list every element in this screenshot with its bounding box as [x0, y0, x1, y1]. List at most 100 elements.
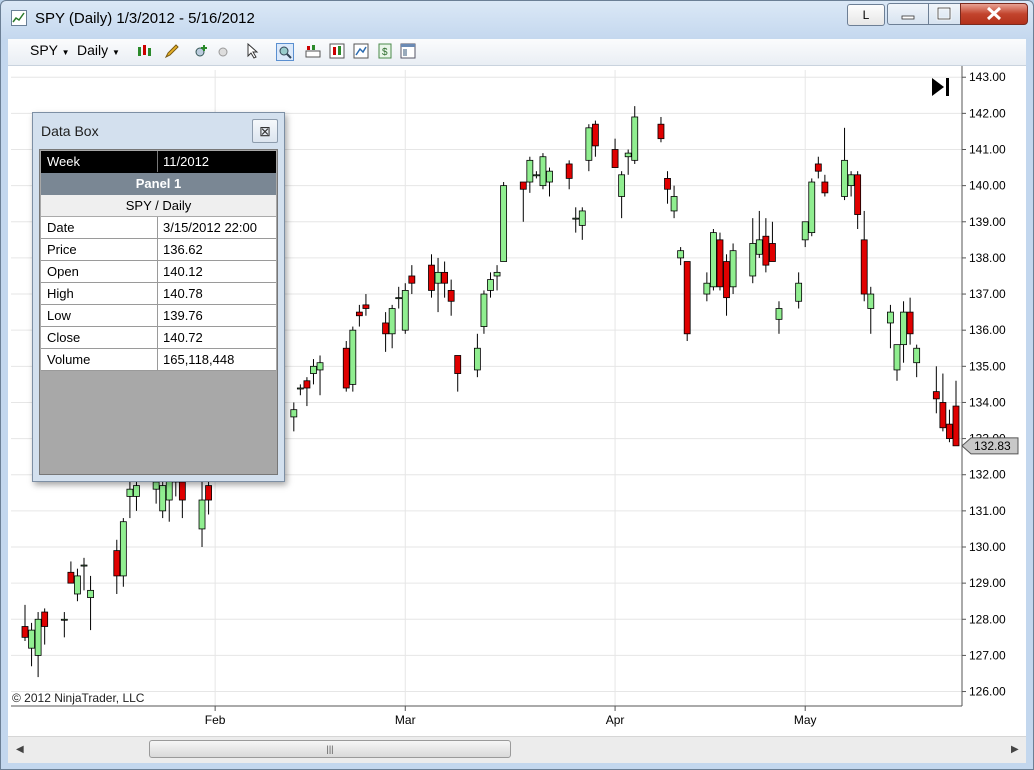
candle-body	[854, 174, 862, 215]
pointer-icon[interactable]	[245, 43, 261, 59]
candle-body	[454, 355, 462, 374]
indicators-icon[interactable]	[305, 43, 321, 59]
y-tick-label: 138.00	[969, 251, 1006, 265]
instrument-selector[interactable]: SPY ▼	[30, 42, 70, 58]
dollar-icon[interactable]: $	[377, 43, 393, 59]
layout-button[interactable]: L	[847, 4, 885, 26]
candle-body	[664, 178, 671, 190]
candle-body	[205, 485, 212, 501]
candle-body	[631, 116, 639, 161]
candle-body	[546, 170, 553, 183]
candle-body	[428, 264, 435, 291]
candle-body	[487, 279, 494, 291]
pencil-draw-icon[interactable]	[164, 43, 180, 59]
candle-body	[657, 123, 665, 140]
chart-properties-icon[interactable]	[353, 43, 369, 59]
candle-body	[775, 308, 783, 320]
candle-body	[795, 282, 803, 302]
window-layout-icon[interactable]	[400, 43, 416, 59]
candle-body	[952, 405, 960, 447]
candle-body	[80, 564, 88, 567]
minimize-button[interactable]	[887, 3, 929, 25]
candle-body	[441, 271, 449, 284]
y-tick-label: 143.00	[969, 70, 1006, 84]
candle-body	[74, 575, 81, 595]
candle-body	[473, 347, 481, 371]
maximize-button[interactable]	[928, 3, 961, 25]
scrollbar-thumb[interactable]: |||	[149, 740, 511, 758]
candle-body	[808, 181, 816, 234]
row-label: Price	[47, 242, 77, 257]
candle-body	[480, 293, 488, 327]
candle-body	[578, 210, 586, 226]
horizontal-scrollbar[interactable]: ◀ ||| ▶	[8, 736, 1026, 763]
data-box-close-button[interactable]: ⊠	[252, 119, 278, 143]
candle-body	[860, 239, 868, 295]
candle-body	[769, 243, 776, 262]
data-row-close: Close 140.72	[41, 327, 276, 349]
x-tick-label: Feb	[205, 713, 226, 727]
row-label: High	[47, 286, 74, 301]
scroll-right-icon[interactable]: ▶	[1011, 744, 1019, 755]
candle-body	[152, 481, 160, 490]
candle-body	[342, 347, 350, 389]
panel-header: Panel 1	[41, 173, 276, 195]
candle-body	[388, 308, 396, 335]
zoom-in-icon[interactable]	[193, 43, 209, 59]
candle-body	[913, 347, 921, 364]
candle-body	[87, 589, 94, 598]
candle-body	[41, 611, 49, 627]
data-box-panel[interactable]: Data Box ⊠ Week 11/2012 Panel 1 SPY / Da…	[32, 112, 285, 482]
candle-body	[401, 290, 409, 331]
candle-body	[296, 387, 304, 390]
y-tick-label: 141.00	[969, 143, 1006, 157]
interval-selector[interactable]: Daily ▼	[77, 42, 120, 58]
candle-body	[677, 250, 685, 259]
window-title: SPY (Daily) 1/3/2012 - 5/16/2012	[35, 10, 255, 27]
candle-body	[519, 181, 527, 190]
title-bar[interactable]: SPY (Daily) 1/3/2012 - 5/16/2012 L	[1, 1, 1033, 37]
data-row-volume: Volume 165,118,448	[41, 349, 276, 371]
row-label: Low	[47, 308, 71, 323]
y-tick-label: 126.00	[969, 685, 1006, 699]
bar-type-icon[interactable]	[136, 43, 152, 59]
candle-body	[349, 329, 357, 385]
zoom-out-icon[interactable]	[216, 43, 232, 59]
row-value: 165,118,448	[163, 352, 235, 367]
candle-body	[841, 159, 848, 197]
svg-text:$: $	[382, 47, 388, 58]
y-tick-label: 137.00	[969, 287, 1006, 301]
candle-body	[28, 629, 35, 649]
candle-body	[716, 239, 724, 288]
candle-body	[946, 423, 953, 439]
y-tick-label: 136.00	[969, 323, 1006, 337]
candle-body	[749, 243, 757, 277]
candle-body	[178, 481, 186, 501]
data-box-icon[interactable]	[276, 43, 294, 61]
week-label: Week	[47, 154, 80, 169]
candle-body	[565, 163, 573, 179]
strategies-icon[interactable]	[329, 43, 345, 59]
data-row-date: Date 3/15/2012 22:00	[41, 217, 276, 239]
candle-body	[408, 275, 416, 284]
scroll-left-icon[interactable]: ◀	[16, 744, 24, 755]
x-tick-label: Mar	[395, 713, 416, 727]
candle-body	[710, 232, 717, 288]
candle-body	[893, 344, 901, 371]
restore-icon	[936, 6, 952, 21]
candle-body	[133, 485, 140, 497]
candle-body	[493, 271, 501, 277]
scroll-to-end-icon[interactable]	[932, 78, 949, 96]
candle-body	[670, 196, 678, 212]
candle-body	[21, 626, 29, 638]
candle-body	[932, 391, 940, 400]
candle-body	[611, 149, 619, 168]
candle-body	[526, 159, 534, 183]
candle-body	[723, 261, 730, 299]
candle-body	[532, 174, 540, 177]
candle-body	[434, 271, 442, 284]
chart-toolbar: SPY ▼ Daily ▼ $	[8, 39, 1026, 66]
close-button[interactable]	[960, 3, 1028, 25]
candle-body	[303, 380, 311, 389]
candle-body	[67, 571, 75, 584]
